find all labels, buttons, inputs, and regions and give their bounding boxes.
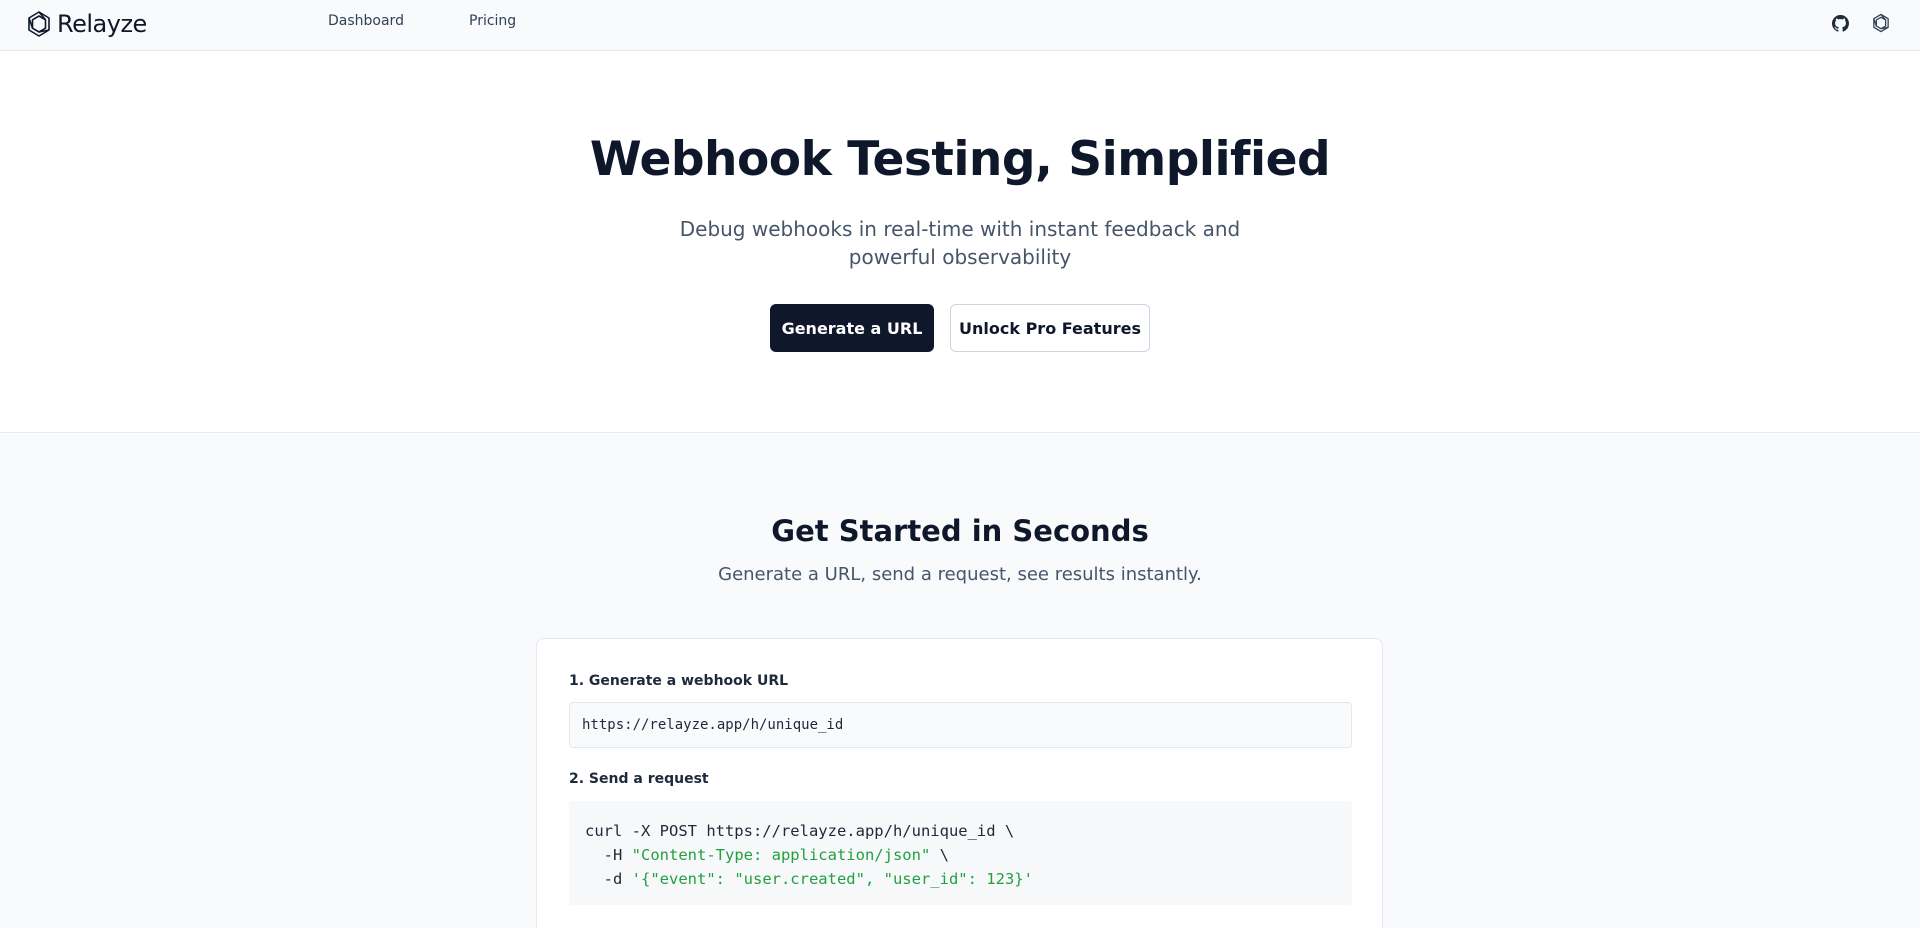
get-started-subtitle: Generate a URL, send a request, see resu… bbox=[718, 564, 1202, 585]
step-1-label: 1. Generate a webhook URL bbox=[569, 673, 789, 689]
curl-code-block[interactable]: curl -X POST https://relayze.app/h/uniqu… bbox=[569, 801, 1352, 905]
relayze-logo-icon bbox=[28, 11, 50, 37]
code-line-1: curl -X POST https://relayze.app/h/uniqu… bbox=[585, 822, 1015, 840]
nav-link-dashboard[interactable]: Dashboard bbox=[328, 13, 404, 29]
hero-section: Webhook Testing, Simplified Debug webhoo… bbox=[0, 52, 1920, 433]
code-line-3: -d '{"event": "user.created", "user_id":… bbox=[585, 867, 1336, 891]
theme-icon bbox=[1873, 13, 1889, 33]
github-link[interactable] bbox=[1829, 12, 1851, 34]
code-line-2-string: "Content-Type: application/json" bbox=[631, 846, 931, 864]
brand-logo-link[interactable]: Relayze bbox=[25, 9, 147, 39]
top-navbar: Relayze Dashboard Pricing bbox=[0, 0, 1920, 51]
nav-link-pricing[interactable]: Pricing bbox=[469, 13, 516, 29]
step-2-label: 2. Send a request bbox=[569, 771, 709, 787]
hero-title: Webhook Testing, Simplified bbox=[589, 132, 1331, 187]
get-started-section: Get Started in Seconds Generate a URL, s… bbox=[0, 434, 1920, 928]
code-line-3-string: '{"event": "user.created", "user_id": 12… bbox=[631, 870, 1033, 888]
webhook-url-field[interactable]: https://relayze.app/h/unique_id bbox=[569, 702, 1352, 748]
generate-url-button[interactable]: Generate a URL bbox=[770, 304, 934, 352]
brand-name: Relayze bbox=[57, 10, 147, 38]
code-line-2-prefix: -H bbox=[585, 846, 632, 864]
quickstart-card: 1. Generate a webhook URL https://relayz… bbox=[536, 638, 1383, 928]
hero-subtitle: Debug webhooks in real-time with instant… bbox=[679, 217, 1241, 269]
get-started-title: Get Started in Seconds bbox=[771, 514, 1149, 548]
theme-toggle-button[interactable] bbox=[1870, 12, 1892, 34]
code-line-3-prefix: -d bbox=[585, 870, 632, 888]
code-line-2-suffix: \ bbox=[930, 846, 949, 864]
github-icon bbox=[1831, 14, 1849, 32]
code-line-2: -H "Content-Type: application/json" \ bbox=[585, 843, 1336, 867]
unlock-pro-button[interactable]: Unlock Pro Features bbox=[950, 304, 1150, 352]
